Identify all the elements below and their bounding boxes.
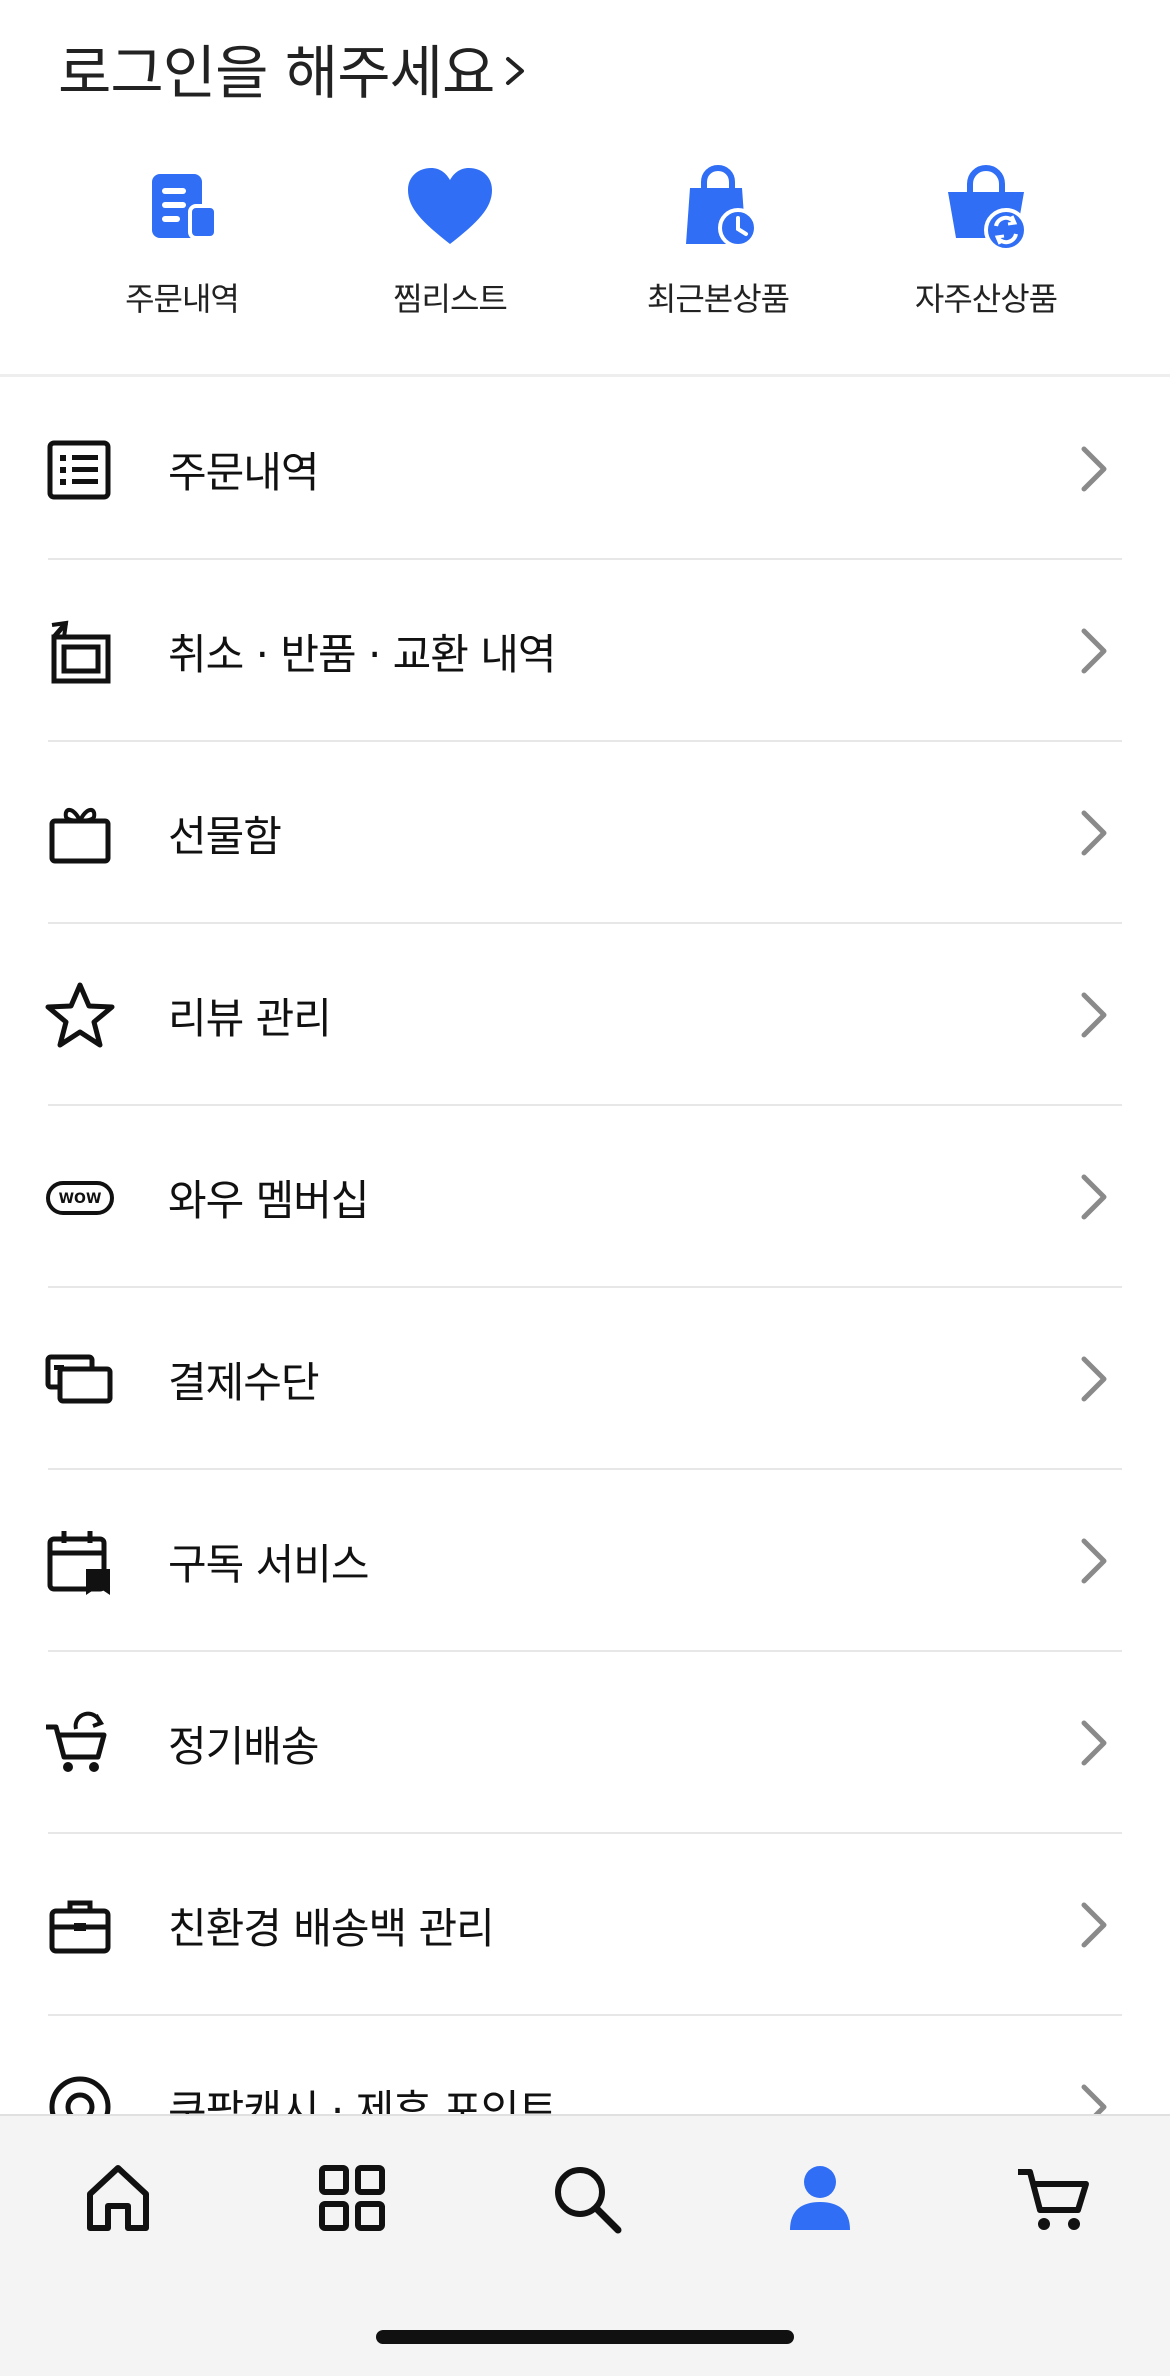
home-indicator xyxy=(376,2330,794,2344)
wow-icon: WOW xyxy=(46,1181,114,1215)
chevron-right-icon xyxy=(506,57,525,85)
cart-cycle-icon xyxy=(46,1711,107,1772)
menu-item-label: 취소 · 반품 · 교환 내역 xyxy=(168,629,557,679)
grid-icon[interactable] xyxy=(312,2158,392,2238)
bag-icon xyxy=(49,1900,111,1954)
chevron-right-icon xyxy=(1081,446,1107,492)
menu-item-gift-box[interactable]: 선물함 xyxy=(0,742,1170,924)
quick-label: 자주산상품 xyxy=(914,280,1058,318)
list-icon xyxy=(47,440,111,500)
wow-badge-text: WOW xyxy=(59,1191,102,1207)
quick-recent-viewed[interactable]: 최근본상품 xyxy=(584,160,852,375)
calendar-icon xyxy=(47,1531,110,1595)
menu-item-label: 와우 멤버십 xyxy=(168,1175,370,1225)
menu-item-label: 선물함 xyxy=(168,811,282,861)
menu-list: 주문내역 취소 · 반품 · 교환 내역 선물함 리뷰 관리 WOW 와우 멤버… xyxy=(0,378,1170,2198)
menu-item-wow-membership[interactable]: WOW 와우 멤버십 xyxy=(0,1106,1170,1288)
login-prompt: 로그인을 해주세요 xyxy=(58,39,495,107)
menu-item-review-management[interactable]: 리뷰 관리 xyxy=(0,924,1170,1106)
quick-label: 찜리스트 xyxy=(393,280,508,318)
quick-label: 최근본상품 xyxy=(646,280,790,318)
recent-bag-icon xyxy=(686,164,758,248)
quick-wishlist[interactable]: 찜리스트 xyxy=(316,160,584,375)
cart-icon[interactable] xyxy=(1014,2158,1094,2238)
gift-icon xyxy=(49,808,111,864)
menu-item-payment-methods[interactable]: 결제수단 xyxy=(0,1288,1170,1470)
return-icon xyxy=(51,620,111,684)
heart-icon xyxy=(408,168,492,244)
chevron-right-icon xyxy=(1081,1174,1107,1220)
menu-item-label: 주문내역 xyxy=(168,447,320,497)
person-icon[interactable] xyxy=(780,2158,860,2238)
quick-order-history[interactable]: 주문내역 xyxy=(48,160,316,375)
menu-item-order-history[interactable]: 주문내역 xyxy=(0,378,1170,560)
order-list-icon xyxy=(152,174,218,240)
chevron-right-icon xyxy=(1081,992,1107,1038)
chevron-right-icon xyxy=(1081,1720,1107,1766)
header: 로그인을 해주세요 xyxy=(0,0,1170,130)
menu-item-label: 리뷰 관리 xyxy=(168,993,332,1043)
chevron-right-icon xyxy=(1081,1538,1107,1584)
star-icon xyxy=(45,982,115,1048)
quick-actions: 주문내역 찜리스트 최근본상품 자주산상품 xyxy=(0,160,1170,375)
menu-item-cancel-return-exchange[interactable]: 취소 · 반품 · 교환 내역 xyxy=(0,560,1170,742)
login-link[interactable]: 로그인을 해주세요 xyxy=(58,28,530,108)
menu-item-subscription-service[interactable]: 구독 서비스 xyxy=(0,1470,1170,1652)
home-icon[interactable] xyxy=(78,2158,158,2238)
chevron-right-icon xyxy=(1081,810,1107,856)
section-divider xyxy=(0,374,1170,377)
chevron-right-icon xyxy=(1081,1356,1107,1402)
menu-item-label: 결제수단 xyxy=(168,1357,320,1407)
quick-frequent-purchases[interactable]: 자주산상품 xyxy=(852,160,1120,375)
menu-item-label: 친환경 배송백 관리 xyxy=(168,1903,495,1953)
quick-label: 주문내역 xyxy=(125,280,240,318)
chevron-right-icon xyxy=(1081,628,1107,674)
menu-item-label: 구독 서비스 xyxy=(168,1539,370,1589)
search-icon[interactable] xyxy=(546,2158,626,2238)
card-icon xyxy=(45,1354,113,1404)
chevron-right-icon xyxy=(1081,1902,1107,1948)
menu-item-regular-delivery[interactable]: 정기배송 xyxy=(0,1652,1170,1834)
repeat-basket-icon xyxy=(948,164,1028,252)
menu-item-label: 정기배송 xyxy=(168,1721,320,1771)
menu-item-eco-delivery-bag[interactable]: 친환경 배송백 관리 xyxy=(0,1834,1170,2016)
